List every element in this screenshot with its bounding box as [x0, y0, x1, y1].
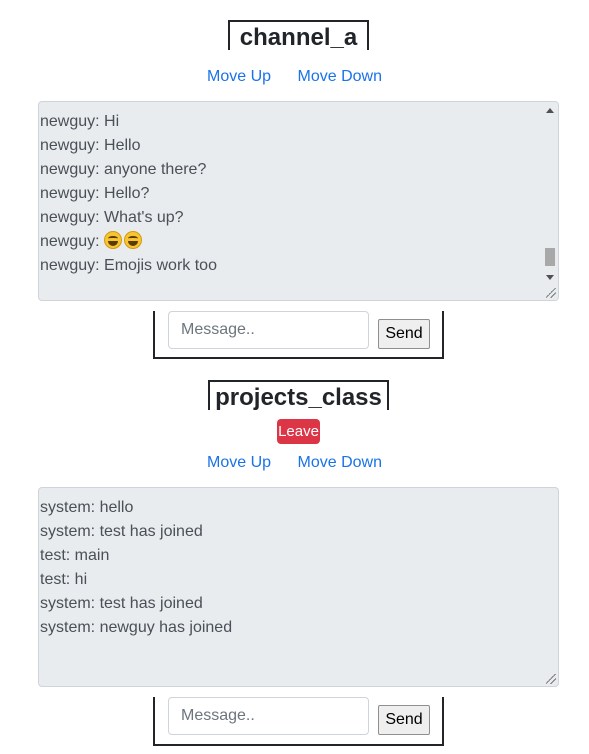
- channel-title: channel_a: [228, 20, 369, 51]
- message-line: test: main: [40, 547, 110, 564]
- chat-scrollbar[interactable]: [542, 102, 558, 300]
- message-line: newguy: What's up?: [40, 209, 184, 226]
- channel-name: channel_a: [239, 24, 358, 51]
- message-line-emoji: newguy:: [40, 230, 558, 254]
- message-line: newguy: anyone there?: [40, 161, 207, 178]
- move-up-link[interactable]: Move Up: [207, 454, 271, 471]
- message-line: system: test has joined: [40, 523, 203, 540]
- message-line: newguy: Hi: [40, 113, 120, 130]
- message-line: system: test has joined: [40, 595, 203, 612]
- send-button[interactable]: Send: [378, 319, 430, 349]
- leave-button[interactable]: Leave: [277, 419, 320, 444]
- scroll-up-arrow-icon[interactable]: [546, 108, 554, 113]
- message-line: system: newguy has joined: [40, 619, 233, 636]
- chat-log[interactable]: system: hello system: test has joined te…: [38, 487, 559, 687]
- resize-handle-icon[interactable]: [546, 674, 556, 684]
- grinning-squinting-face-icon: [104, 231, 123, 249]
- move-down-link[interactable]: Move Down: [298, 68, 382, 85]
- message-composer: Send: [153, 697, 444, 746]
- message-line: newguy: Hello?: [40, 185, 150, 202]
- message-line: newguy: Emojis work too: [40, 257, 217, 274]
- message-prefix: newguy:: [40, 233, 105, 250]
- move-up-link[interactable]: Move Up: [207, 68, 271, 85]
- grinning-squinting-face-icon: [124, 231, 143, 249]
- send-button[interactable]: Send: [378, 705, 430, 735]
- scroll-down-arrow-icon[interactable]: [546, 275, 554, 280]
- message-line: test: hi: [40, 571, 88, 588]
- channel-controls: Move Up Move Down: [0, 454, 589, 472]
- message-line: system: hello: [40, 499, 134, 516]
- message-line: newguy: Hello: [40, 137, 141, 154]
- message-input[interactable]: [168, 311, 369, 349]
- channel-title: projects_class: [208, 380, 389, 411]
- channel-name: projects_class: [215, 384, 382, 411]
- channel-controls: Move Up Move Down: [0, 68, 589, 86]
- message-composer: Send: [153, 311, 444, 359]
- message-input[interactable]: [168, 697, 369, 735]
- resize-handle-icon[interactable]: [546, 288, 556, 298]
- chat-log[interactable]: newguy: Hi newguy: Hello newguy: anyone …: [38, 101, 559, 301]
- move-down-link[interactable]: Move Down: [298, 454, 382, 471]
- scroll-thumb[interactable]: [545, 248, 555, 266]
